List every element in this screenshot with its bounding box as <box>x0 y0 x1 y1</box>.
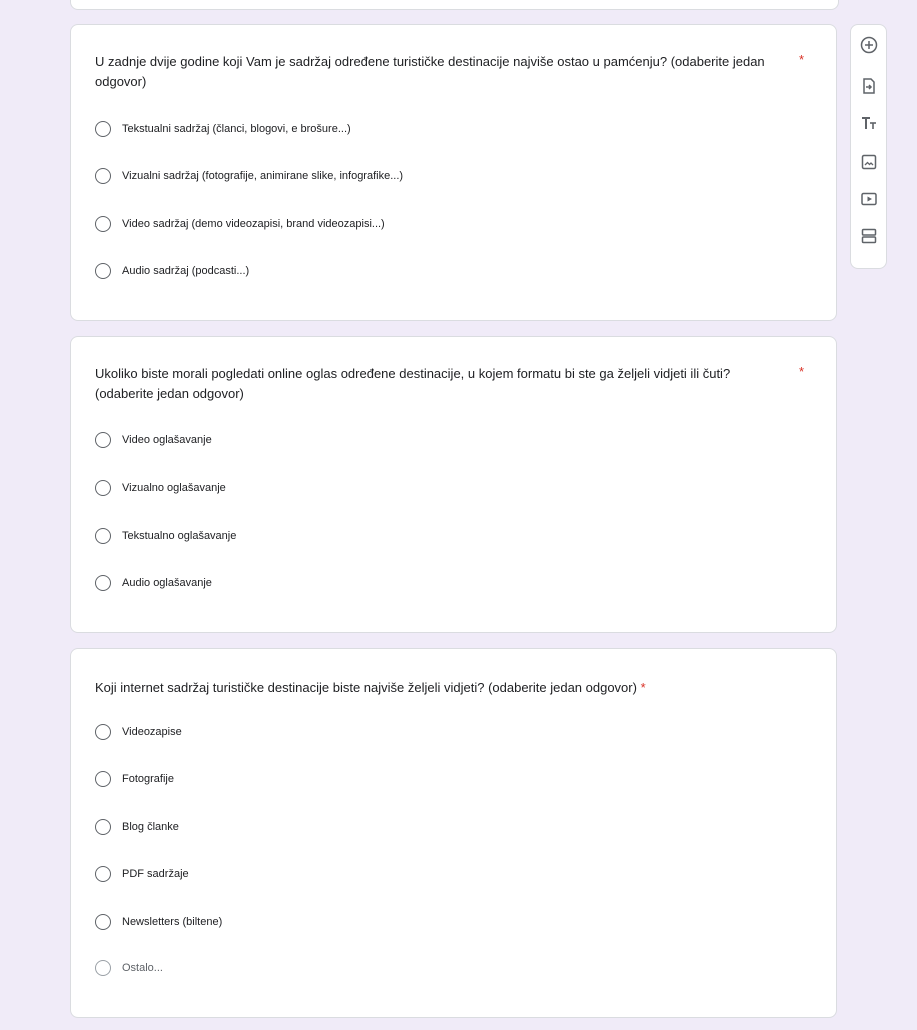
option-label: Blog članke <box>122 821 179 833</box>
option-label: Vizualno oglašavanje <box>122 482 226 494</box>
import-questions-icon[interactable] <box>859 76 879 96</box>
radio-option[interactable]: Tekstualno oglašavanje <box>95 526 236 546</box>
option-label: Video sadržaj (demo videozapisi, brand v… <box>122 218 385 230</box>
radio-button[interactable] <box>95 432 111 448</box>
radio-button[interactable] <box>95 121 111 137</box>
option-label: Fotografije <box>122 773 174 785</box>
radio-button[interactable] <box>95 819 111 835</box>
option-label: Videozapise <box>122 726 182 738</box>
radio-button[interactable] <box>95 168 111 184</box>
add-question-icon[interactable] <box>859 35 879 55</box>
question-title: U zadnje dvije godine koji Vam je sadrža… <box>95 54 765 89</box>
option-label: Tekstualni sadržaj (članci, blogovi, e b… <box>122 123 351 135</box>
add-title-icon[interactable] <box>859 113 879 133</box>
question-title-text: Koji internet sadržaj turističke destina… <box>95 680 637 695</box>
question-card-3[interactable]: Koji internet sadržaj turističke destina… <box>70 648 837 1018</box>
radio-button[interactable] <box>95 866 111 882</box>
option-label: Newsletters (biltene) <box>122 916 223 928</box>
radio-option[interactable]: Blog članke <box>95 817 179 837</box>
option-label: Vizualni sadržaj (fotografije, animirane… <box>122 170 404 182</box>
radio-option[interactable]: Video sadržaj (demo videozapisi, brand v… <box>95 214 385 234</box>
required-asterisk: * <box>640 680 646 695</box>
question-title: Ukoliko biste morali pogledati online og… <box>95 366 731 401</box>
add-image-icon[interactable] <box>859 152 879 172</box>
option-label: Audio oglašavanje <box>122 577 212 589</box>
radio-button[interactable] <box>95 480 111 496</box>
radio-button[interactable] <box>95 528 111 544</box>
question-card-1[interactable]: U zadnje dvije godine koji Vam je sadrža… <box>70 24 837 321</box>
radio-option[interactable]: Ostalo... <box>95 958 163 978</box>
radio-button[interactable] <box>95 216 111 232</box>
radio-option[interactable]: Audio oglašavanje <box>95 573 212 593</box>
question-card-2[interactable]: Ukoliko biste morali pogledati online og… <box>70 336 837 633</box>
radio-option[interactable]: Newsletters (biltene) <box>95 912 222 932</box>
radio-option[interactable]: Fotografije <box>95 769 174 789</box>
radio-option[interactable]: Vizualni sadržaj (fotografije, animirane… <box>95 166 403 186</box>
radio-button[interactable] <box>95 724 111 740</box>
add-video-icon[interactable] <box>859 189 879 209</box>
option-label: Ostalo... <box>122 962 163 974</box>
add-section-icon[interactable] <box>859 226 879 246</box>
radio-option[interactable]: Videozapise <box>95 722 182 742</box>
previous-question-card <box>70 0 839 10</box>
required-asterisk: * <box>799 364 805 379</box>
option-label: Video oglašavanje <box>122 434 212 446</box>
radio-button[interactable] <box>95 960 111 976</box>
option-label: Audio sadržaj (podcasti...) <box>122 265 250 277</box>
option-label: Tekstualno oglašavanje <box>122 530 237 542</box>
radio-button[interactable] <box>95 263 111 279</box>
floating-toolbar <box>850 24 887 269</box>
required-asterisk: * <box>799 52 805 67</box>
radio-option[interactable]: Audio sadržaj (podcasti...) <box>95 261 249 281</box>
radio-option[interactable]: Video oglašavanje <box>95 430 212 450</box>
radio-option[interactable]: Tekstualni sadržaj (članci, blogovi, e b… <box>95 119 351 139</box>
radio-option[interactable]: Vizualno oglašavanje <box>95 478 226 498</box>
radio-button[interactable] <box>95 914 111 930</box>
radio-button[interactable] <box>95 575 111 591</box>
question-title: Koji internet sadržaj turističke destina… <box>95 678 815 698</box>
option-label: PDF sadržaje <box>122 868 189 880</box>
radio-option[interactable]: PDF sadržaje <box>95 864 189 884</box>
radio-button[interactable] <box>95 771 111 787</box>
